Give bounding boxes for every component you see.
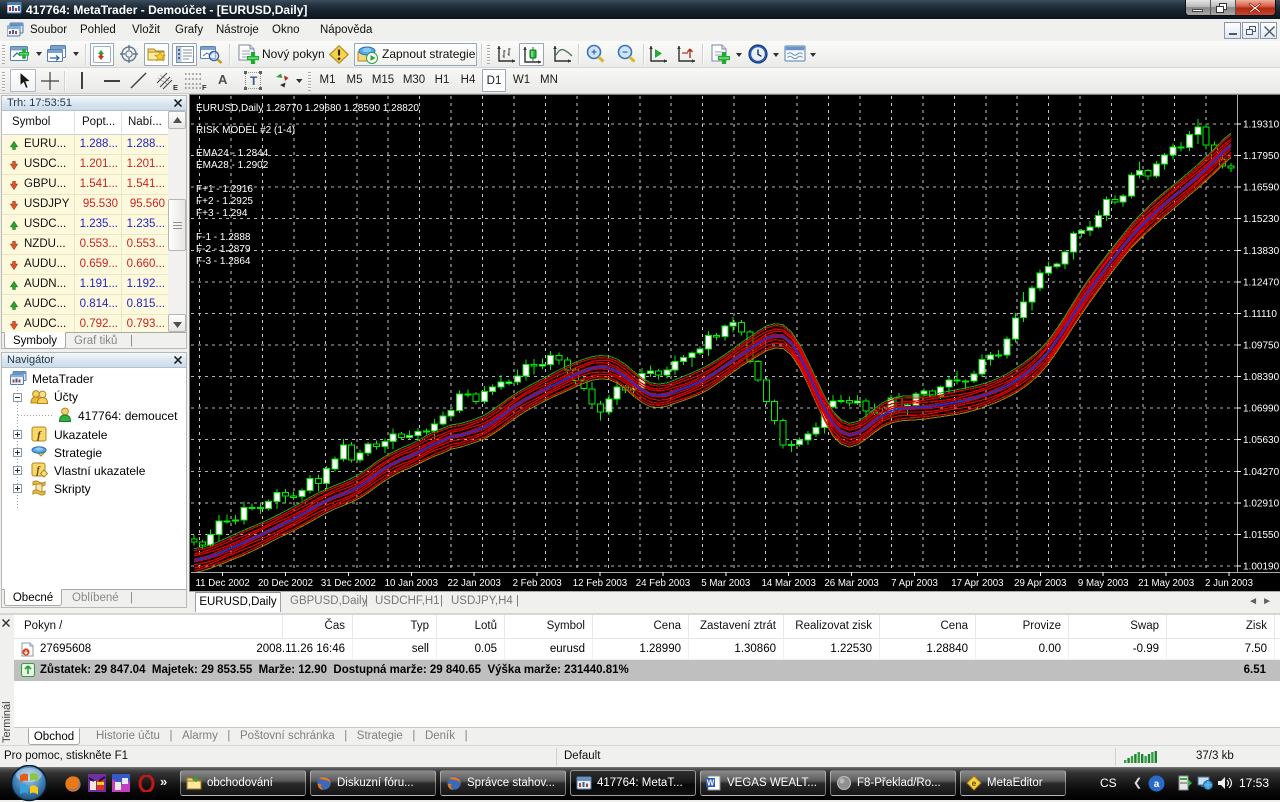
svg-text:F-1 - 1.2888: F-1 - 1.2888 <box>196 232 251 243</box>
svg-text:1.08390: 1.08390 <box>1243 372 1280 383</box>
svg-text:−: − <box>622 48 628 59</box>
svg-text:F-2 - 1.2879: F-2 - 1.2879 <box>196 244 251 255</box>
svg-text:17 Apr 2003: 17 Apr 2003 <box>951 578 1003 589</box>
svg-text:e: e <box>972 779 977 788</box>
svg-text:EMA28 - 1.2902: EMA28 - 1.2902 <box>196 160 269 171</box>
svg-text:F+1 - 1.2916: F+1 - 1.2916 <box>196 184 253 195</box>
svg-text:22 Jan 2003: 22 Jan 2003 <box>448 578 501 589</box>
svg-text:EURUSD,Daily 1.28770 1.29680: EURUSD,Daily 1.28770 1.29680 1.28590 1.2… <box>196 103 419 114</box>
svg-text:E: E <box>173 83 178 92</box>
svg-text:1.11110: 1.11110 <box>1243 309 1277 320</box>
svg-text:1.19310: 1.19310 <box>1243 120 1280 131</box>
svg-text:1.05630: 1.05630 <box>1243 435 1280 446</box>
svg-text:10 Jan 2003: 10 Jan 2003 <box>385 578 438 589</box>
svg-text:1.01550: 1.01550 <box>1243 530 1280 541</box>
svg-text:1.12470: 1.12470 <box>1243 277 1280 288</box>
svg-text:24 Feb 2003: 24 Feb 2003 <box>636 578 690 589</box>
svg-text:1.13830: 1.13830 <box>1243 246 1280 257</box>
svg-text:1.16590: 1.16590 <box>1243 183 1280 194</box>
svg-text:1.15230: 1.15230 <box>1243 214 1280 225</box>
svg-text:31 Dec 2002: 31 Dec 2002 <box>321 578 376 589</box>
svg-text:F+3 - 1.294: F+3 - 1.294 <box>196 208 248 219</box>
svg-text:12 Feb 2003: 12 Feb 2003 <box>573 578 627 589</box>
svg-text:2 Jun 2003: 2 Jun 2003 <box>1205 578 1253 589</box>
svg-text:2 Feb 2003: 2 Feb 2003 <box>513 578 562 589</box>
svg-text:RISK MODEL #2 (1-4): RISK MODEL #2 (1-4) <box>196 125 295 136</box>
svg-text:9 May 2003: 9 May 2003 <box>1078 578 1129 589</box>
svg-text:+: + <box>591 48 597 59</box>
svg-text:5 Mar 2003: 5 Mar 2003 <box>701 578 750 589</box>
svg-text:14 Mar 2003: 14 Mar 2003 <box>761 578 815 589</box>
svg-text:W: W <box>707 779 715 788</box>
svg-text:EMA24 - 1.2844: EMA24 - 1.2844 <box>196 148 269 159</box>
svg-text:1.09750: 1.09750 <box>1243 341 1280 352</box>
svg-text:F-3 - 1.2864: F-3 - 1.2864 <box>196 256 251 267</box>
svg-text:F: F <box>202 83 207 92</box>
svg-text:20 Dec 2002: 20 Dec 2002 <box>258 578 313 589</box>
svg-text:1.04270: 1.04270 <box>1243 467 1280 478</box>
svg-text:F+2 - 1.2925: F+2 - 1.2925 <box>196 196 253 207</box>
svg-text:29 Apr 2003: 29 Apr 2003 <box>1014 578 1066 589</box>
svg-text:a: a <box>1154 779 1160 790</box>
svg-text:26 Mar 2003: 26 Mar 2003 <box>824 578 878 589</box>
svg-text:1.17950: 1.17950 <box>1243 151 1280 162</box>
svg-text:1.02910: 1.02910 <box>1243 498 1280 509</box>
svg-text:21 May 2003: 21 May 2003 <box>1138 578 1194 589</box>
svg-text:1.06990: 1.06990 <box>1243 404 1280 415</box>
svg-text:11 Dec 2002: 11 Dec 2002 <box>195 578 249 589</box>
svg-text:1.00190: 1.00190 <box>1243 562 1280 573</box>
svg-text:7 Apr 2003: 7 Apr 2003 <box>891 578 938 589</box>
